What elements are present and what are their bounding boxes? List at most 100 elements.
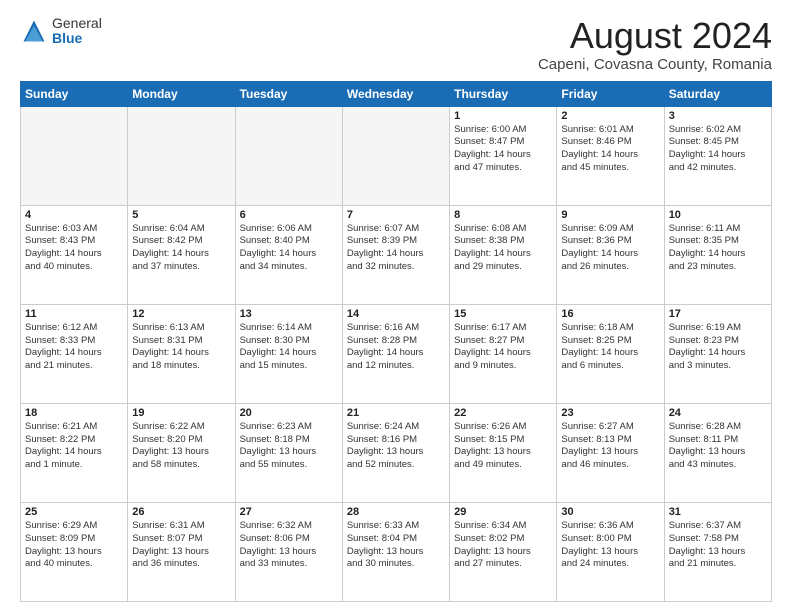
calendar-cell <box>21 106 128 205</box>
week-row-3: 11Sunrise: 6:12 AM Sunset: 8:33 PM Dayli… <box>21 304 772 403</box>
day-info: Sunrise: 6:34 AM Sunset: 8:02 PM Dayligh… <box>454 520 552 571</box>
calendar-cell: 31 Sunrise: 6:37 AM Sunset: 7:58 PM Dayli… <box>664 502 771 601</box>
day-info: Sunrise: 6:18 AM Sunset: 8:25 PM Dayligh… <box>561 322 659 373</box>
calendar-cell: 24 Sunrise: 6:28 AM Sunset: 8:11 PM Dayli… <box>664 403 771 502</box>
day-number: 6 <box>240 209 338 221</box>
calendar-cell: 18Sunrise: 6:21 AM Sunset: 8:22 PM Dayli… <box>21 403 128 502</box>
calendar-cell: 26 Sunrise: 6:31 AM Sunset: 8:07 PM Dayli… <box>128 502 235 601</box>
day-info: Sunrise: 6:21 AM Sunset: 8:22 PM Dayligh… <box>25 421 123 472</box>
calendar-cell: 6 Sunrise: 6:06 AM Sunset: 8:40 PM Daylig… <box>235 205 342 304</box>
day-number: 12 <box>132 308 230 320</box>
calendar-cell: 19 Sunrise: 6:22 AM Sunset: 8:20 PM Dayli… <box>128 403 235 502</box>
col-header-saturday: Saturday <box>664 81 771 106</box>
day-number: 19 <box>132 407 230 419</box>
day-number: 9 <box>561 209 659 221</box>
calendar-cell: 16 Sunrise: 6:18 AM Sunset: 8:25 PM Dayli… <box>557 304 664 403</box>
calendar-cell: 4 Sunrise: 6:03 AM Sunset: 8:43 PM Daylig… <box>21 205 128 304</box>
calendar-cell: 2 Sunrise: 6:01 AM Sunset: 8:46 PM Daylig… <box>557 106 664 205</box>
day-number: 28 <box>347 506 445 518</box>
calendar: SundayMondayTuesdayWednesdayThursdayFrid… <box>20 81 772 602</box>
day-number: 15 <box>454 308 552 320</box>
day-info: Sunrise: 6:22 AM Sunset: 8:20 PM Dayligh… <box>132 421 230 472</box>
day-number: 27 <box>240 506 338 518</box>
calendar-cell: 1 Sunrise: 6:00 AM Sunset: 8:47 PM Daylig… <box>450 106 557 205</box>
day-info: Sunrise: 6:17 AM Sunset: 8:27 PM Dayligh… <box>454 322 552 373</box>
day-number: 7 <box>347 209 445 221</box>
day-info: Sunrise: 6:19 AM Sunset: 8:23 PM Dayligh… <box>669 322 767 373</box>
day-number: 31 <box>669 506 767 518</box>
logo-text: General Blue <box>52 16 102 47</box>
day-number: 11 <box>25 308 123 320</box>
calendar-body: 1 Sunrise: 6:00 AM Sunset: 8:47 PM Daylig… <box>21 106 772 601</box>
logo-blue-text: Blue <box>52 31 102 46</box>
day-info: Sunrise: 6:36 AM Sunset: 8:00 PM Dayligh… <box>561 520 659 571</box>
day-info: Sunrise: 6:27 AM Sunset: 8:13 PM Dayligh… <box>561 421 659 472</box>
day-number: 2 <box>561 110 659 122</box>
calendar-cell: 22 Sunrise: 6:26 AM Sunset: 8:15 PM Dayli… <box>450 403 557 502</box>
logo: General Blue <box>20 16 102 47</box>
day-number: 21 <box>347 407 445 419</box>
day-info: Sunrise: 6:14 AM Sunset: 8:30 PM Dayligh… <box>240 322 338 373</box>
calendar-cell: 15 Sunrise: 6:17 AM Sunset: 8:27 PM Dayli… <box>450 304 557 403</box>
day-info: Sunrise: 6:29 AM Sunset: 8:09 PM Dayligh… <box>25 520 123 571</box>
calendar-cell: 20 Sunrise: 6:23 AM Sunset: 8:18 PM Dayli… <box>235 403 342 502</box>
calendar-cell: 17 Sunrise: 6:19 AM Sunset: 8:23 PM Dayli… <box>664 304 771 403</box>
day-info: Sunrise: 6:07 AM Sunset: 8:39 PM Dayligh… <box>347 223 445 274</box>
day-info: Sunrise: 6:31 AM Sunset: 8:07 PM Dayligh… <box>132 520 230 571</box>
calendar-cell: 9 Sunrise: 6:09 AM Sunset: 8:36 PM Daylig… <box>557 205 664 304</box>
logo-icon <box>20 17 48 45</box>
day-info: Sunrise: 6:02 AM Sunset: 8:45 PM Dayligh… <box>669 124 767 175</box>
day-info: Sunrise: 6:28 AM Sunset: 8:11 PM Dayligh… <box>669 421 767 472</box>
col-header-wednesday: Wednesday <box>342 81 449 106</box>
day-number: 8 <box>454 209 552 221</box>
week-row-1: 1 Sunrise: 6:00 AM Sunset: 8:47 PM Daylig… <box>21 106 772 205</box>
day-number: 20 <box>240 407 338 419</box>
day-info: Sunrise: 6:37 AM Sunset: 7:58 PM Dayligh… <box>669 520 767 571</box>
header-row: SundayMondayTuesdayWednesdayThursdayFrid… <box>21 81 772 106</box>
calendar-cell: 3Sunrise: 6:02 AM Sunset: 8:45 PM Daylig… <box>664 106 771 205</box>
day-number: 22 <box>454 407 552 419</box>
day-info: Sunrise: 6:08 AM Sunset: 8:38 PM Dayligh… <box>454 223 552 274</box>
day-number: 26 <box>132 506 230 518</box>
calendar-cell: 28Sunrise: 6:33 AM Sunset: 8:04 PM Dayli… <box>342 502 449 601</box>
day-number: 10 <box>669 209 767 221</box>
day-number: 5 <box>132 209 230 221</box>
day-info: Sunrise: 6:26 AM Sunset: 8:15 PM Dayligh… <box>454 421 552 472</box>
day-number: 1 <box>454 110 552 122</box>
calendar-cell <box>128 106 235 205</box>
calendar-cell: 21Sunrise: 6:24 AM Sunset: 8:16 PM Dayli… <box>342 403 449 502</box>
calendar-cell <box>235 106 342 205</box>
day-number: 29 <box>454 506 552 518</box>
calendar-cell: 23Sunrise: 6:27 AM Sunset: 8:13 PM Dayli… <box>557 403 664 502</box>
page: General Blue August 2024 Capeni, Covasna… <box>0 0 792 612</box>
day-number: 24 <box>669 407 767 419</box>
week-row-5: 25Sunrise: 6:29 AM Sunset: 8:09 PM Dayli… <box>21 502 772 601</box>
calendar-cell: 7 Sunrise: 6:07 AM Sunset: 8:39 PM Daylig… <box>342 205 449 304</box>
calendar-cell: 10Sunrise: 6:11 AM Sunset: 8:35 PM Dayli… <box>664 205 771 304</box>
calendar-cell: 27 Sunrise: 6:32 AM Sunset: 8:06 PM Dayli… <box>235 502 342 601</box>
logo-general-text: General <box>52 16 102 31</box>
col-header-thursday: Thursday <box>450 81 557 106</box>
day-info: Sunrise: 6:06 AM Sunset: 8:40 PM Dayligh… <box>240 223 338 274</box>
month-year-title: August 2024 <box>538 16 772 56</box>
day-info: Sunrise: 6:32 AM Sunset: 8:06 PM Dayligh… <box>240 520 338 571</box>
header: General Blue August 2024 Capeni, Covasna… <box>20 16 772 73</box>
calendar-cell: 30Sunrise: 6:36 AM Sunset: 8:00 PM Dayli… <box>557 502 664 601</box>
week-row-2: 4 Sunrise: 6:03 AM Sunset: 8:43 PM Daylig… <box>21 205 772 304</box>
day-info: Sunrise: 6:00 AM Sunset: 8:47 PM Dayligh… <box>454 124 552 175</box>
calendar-cell: 14Sunrise: 6:16 AM Sunset: 8:28 PM Dayli… <box>342 304 449 403</box>
day-number: 17 <box>669 308 767 320</box>
day-info: Sunrise: 6:04 AM Sunset: 8:42 PM Dayligh… <box>132 223 230 274</box>
col-header-tuesday: Tuesday <box>235 81 342 106</box>
col-header-monday: Monday <box>128 81 235 106</box>
day-info: Sunrise: 6:09 AM Sunset: 8:36 PM Dayligh… <box>561 223 659 274</box>
day-info: Sunrise: 6:16 AM Sunset: 8:28 PM Dayligh… <box>347 322 445 373</box>
day-number: 16 <box>561 308 659 320</box>
day-info: Sunrise: 6:03 AM Sunset: 8:43 PM Dayligh… <box>25 223 123 274</box>
day-info: Sunrise: 6:01 AM Sunset: 8:46 PM Dayligh… <box>561 124 659 175</box>
calendar-cell: 8 Sunrise: 6:08 AM Sunset: 8:38 PM Daylig… <box>450 205 557 304</box>
location-subtitle: Capeni, Covasna County, Romania <box>538 56 772 73</box>
day-number: 13 <box>240 308 338 320</box>
day-info: Sunrise: 6:23 AM Sunset: 8:18 PM Dayligh… <box>240 421 338 472</box>
day-number: 4 <box>25 209 123 221</box>
